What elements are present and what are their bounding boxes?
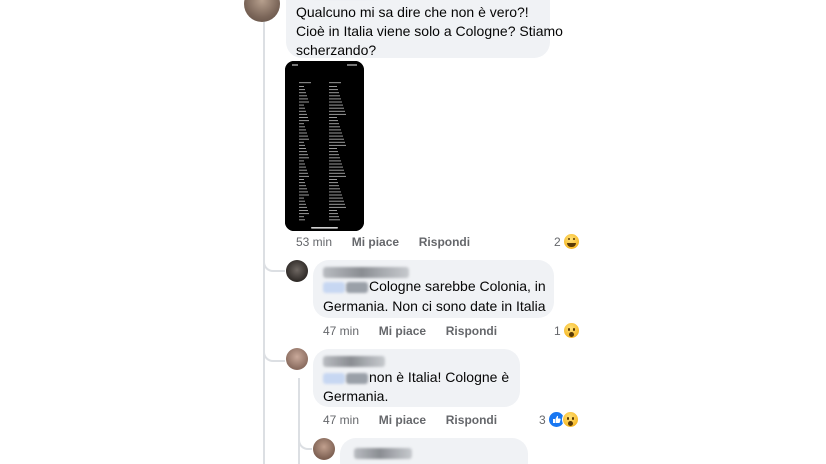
comment-bubble: Qualcuno mi sa dire che non è vero?! Cio… [286, 0, 563, 58]
reaction-summary[interactable]: 2 [554, 233, 580, 250]
mention-redacted[interactable] [323, 372, 345, 384]
thread-elbow-reply-3 [298, 428, 312, 450]
timestamp[interactable]: 47 min [323, 324, 359, 338]
reply-actions: 47 min Mi piace Rispondi [323, 413, 497, 427]
reaction-summary[interactable]: 1 [554, 322, 580, 339]
reply-text-line: Germania. [323, 388, 389, 404]
comment-text-line: scherzando? [296, 42, 377, 58]
mention-redacted[interactable] [323, 281, 345, 293]
thread-line-nested [298, 378, 300, 464]
timestamp[interactable]: 47 min [323, 413, 359, 427]
mention-redacted[interactable] [346, 281, 368, 293]
thread-elbow-reply-1 [263, 250, 285, 272]
like-button[interactable]: Mi piace [379, 324, 426, 338]
reply-button[interactable]: Rispondi [446, 413, 497, 427]
reply-bubble: non è Italia! Cologne è Germania. [313, 349, 520, 407]
reply-bubble [340, 438, 528, 464]
reaction-summary[interactable]: 3 [539, 411, 579, 428]
reply-button[interactable]: Rispondi [446, 324, 497, 338]
wow-icon [562, 322, 580, 339]
mention-redacted[interactable] [346, 372, 368, 384]
comment-actions: 53 min Mi piace Rispondi [296, 235, 470, 249]
attachment-screenshot[interactable] [285, 61, 364, 231]
wow-icon [561, 411, 579, 428]
reply-text: Cologne sarebbe Colonia, in [369, 278, 546, 294]
avatar[interactable] [286, 348, 308, 370]
reply-text-line: Cologne sarebbe Colonia, in [323, 276, 546, 297]
author-name-redacted[interactable] [354, 448, 412, 459]
author-name-redacted[interactable] [323, 356, 385, 367]
comment-text-line: Qualcuno mi sa dire che non è vero?! [296, 4, 529, 20]
comment-thread: Qualcuno mi sa dire che non è vero?! Cio… [0, 0, 826, 464]
screenshot-icon [285, 61, 364, 231]
like-button[interactable]: Mi piace [379, 413, 426, 427]
like-button[interactable]: Mi piace [352, 235, 399, 249]
reply-bubble: Cologne sarebbe Colonia, in Germania. No… [313, 260, 554, 318]
haha-icon [562, 233, 580, 250]
avatar[interactable] [244, 0, 280, 22]
thread-elbow-reply-2 [263, 340, 285, 362]
thread-line-main [263, 0, 265, 464]
reaction-count: 2 [554, 234, 561, 249]
reply-button[interactable]: Rispondi [419, 235, 470, 249]
reaction-count: 3 [539, 412, 546, 427]
reply-text-line: Germania. Non ci sono date in Italia [323, 298, 546, 314]
timestamp[interactable]: 53 min [296, 235, 332, 249]
reaction-count: 1 [554, 323, 561, 338]
avatar[interactable] [286, 260, 308, 282]
reply-actions: 47 min Mi piace Rispondi [323, 324, 497, 338]
avatar[interactable] [313, 438, 335, 460]
comment-text-line: Cioè in Italia viene solo a Cologne? Sti… [296, 23, 563, 39]
reply-text: non è Italia! Cologne è [369, 369, 510, 385]
reply-text-line: non è Italia! Cologne è [323, 367, 509, 388]
